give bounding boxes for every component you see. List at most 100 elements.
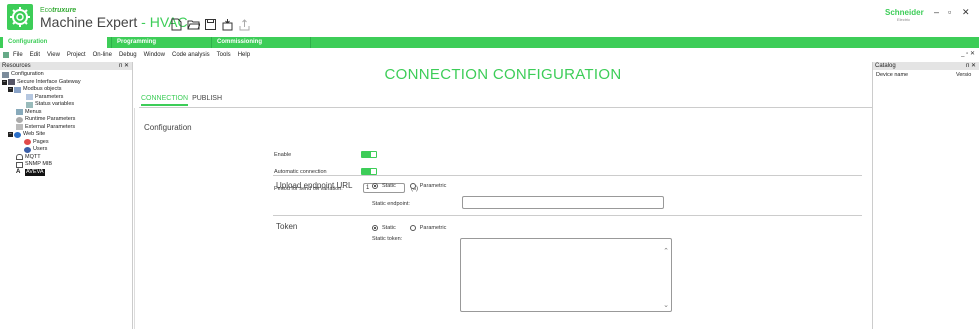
menu-view[interactable]: View	[47, 52, 60, 58]
menu-bar: File Edit View Project On-line Debug Win…	[0, 49, 979, 61]
brand-name: Ecotruxure	[40, 7, 76, 14]
subtab-publish[interactable]: PUBLISH	[192, 95, 222, 106]
upload-static-label: Static	[382, 183, 396, 189]
tree-item-external-parameters[interactable]: External Parameters	[0, 124, 132, 132]
tree-label: MQTT	[25, 153, 41, 160]
collapse-icon[interactable]: −	[2, 79, 7, 85]
enable-toggle[interactable]	[361, 151, 377, 158]
status-variables-icon	[26, 101, 33, 108]
menu-code-analysis[interactable]: Code analysis	[172, 52, 210, 58]
tree-item-users[interactable]: Users	[0, 146, 132, 154]
scroll-down-icon[interactable]: ⌄	[663, 301, 669, 309]
page-title: CONNECTION CONFIGURATION	[384, 66, 622, 83]
resources-tree: Configuration − Secure Interface Gateway…	[0, 70, 132, 176]
close-button[interactable]: ✕	[962, 7, 970, 18]
tree-item-pages[interactable]: Pages	[0, 139, 132, 147]
config-icon	[2, 71, 9, 78]
export-icon[interactable]	[238, 18, 251, 31]
catalog-title: Catalog	[875, 63, 896, 69]
tree-label-selected: AVEVA	[25, 168, 45, 176]
collapse-icon[interactable]: −	[8, 87, 13, 93]
subtab-bar: CONNECTION PUBLISH	[141, 95, 222, 106]
catalog-panel: Catalog ᴨ ✕ Device name Versio	[872, 62, 979, 329]
token-title: Token	[276, 222, 298, 231]
schneider-logo: Schneider Electric	[885, 8, 924, 22]
subtab-connection[interactable]: CONNECTION	[141, 95, 189, 106]
external-parameters-icon	[16, 124, 23, 131]
menu-debug[interactable]: Debug	[119, 52, 137, 58]
vendor-sub: Electric	[897, 17, 911, 22]
tree-label: Pages	[33, 138, 49, 145]
globe-icon	[14, 131, 21, 138]
upload-static-radio[interactable]	[372, 183, 378, 189]
column-device-name[interactable]: Device name	[876, 72, 956, 78]
menu-help[interactable]: Help	[238, 52, 250, 58]
quick-toolbar	[170, 18, 251, 31]
tree-label: SNMP MIB	[25, 161, 53, 167]
static-endpoint-input[interactable]	[462, 196, 664, 209]
tree-item-parameters[interactable]: Parameters	[0, 94, 132, 102]
token-parametric-radio[interactable]	[409, 225, 416, 231]
open-folder-icon[interactable]	[187, 18, 200, 31]
menu-file[interactable]: File	[13, 52, 23, 58]
resources-panel-controls[interactable]: ᴨ ✕	[119, 62, 129, 70]
ribbon-tabs: Configuration Programming Commissioning	[0, 37, 979, 48]
tab-configuration[interactable]: Configuration	[3, 37, 107, 48]
scroll-up-icon[interactable]: ⌃	[663, 247, 669, 255]
tree-label: External Parameters	[25, 123, 76, 130]
tree-item-aveva[interactable]: A AVEVA	[0, 168, 132, 176]
modbus-icon	[14, 86, 21, 93]
maximize-button[interactable]: ▫	[948, 7, 951, 17]
tree-item-modbus-objects[interactable]: − Modbus objects	[0, 86, 132, 94]
menu-project[interactable]: Project	[67, 52, 86, 58]
tree-item-web-site[interactable]: − Web Site	[0, 131, 132, 139]
catalog-panel-header: Catalog ᴨ ✕	[873, 62, 979, 70]
catalog-panel-controls[interactable]: ᴨ ✕	[966, 62, 976, 70]
menu-tools[interactable]: Tools	[217, 52, 231, 58]
automatic-connection-toggle[interactable]	[361, 168, 377, 175]
brand-prefix: Eco	[40, 7, 53, 14]
save-icon[interactable]	[204, 18, 217, 31]
tree-item-menus[interactable]: Menus	[0, 109, 132, 117]
menu-window[interactable]: Window	[144, 52, 165, 58]
tree-label: Modbus objects	[23, 86, 62, 92]
tree-item-runtime-parameters[interactable]: Runtime Parameters	[0, 116, 132, 124]
tree-item-configuration[interactable]: Configuration	[0, 71, 132, 79]
collapse-icon[interactable]: −	[8, 132, 13, 138]
tree-label: Users	[33, 146, 48, 152]
tree-item-mqtt[interactable]: MQTT	[0, 154, 132, 162]
token-static-radio[interactable]	[372, 225, 378, 231]
tree-item-secure-interface-gateway[interactable]: − Secure Interface Gateway	[0, 79, 132, 87]
tree-item-status-variables[interactable]: Status variables	[0, 101, 132, 109]
minimize-button[interactable]: –	[934, 7, 939, 17]
mdi-window-controls[interactable]: _ ▫ ✕	[961, 50, 975, 57]
catalog-column-headers: Device name Versio	[873, 70, 979, 79]
static-token-textarea[interactable]: ⌃ ⌄	[460, 238, 672, 312]
upload-parametric-label: Parametric	[419, 183, 447, 189]
column-version[interactable]: Versio	[956, 72, 971, 78]
token-parametric-label: Parametric	[419, 225, 447, 231]
tab-programming[interactable]: Programming	[111, 37, 207, 48]
tree-label: Parameters	[35, 93, 64, 100]
resources-panel: Resources ᴨ ✕ Configuration − Secure Int…	[0, 62, 133, 329]
tree-label: Menus	[25, 108, 42, 115]
upload-parametric-radio[interactable]	[409, 183, 416, 189]
mqtt-cloud-icon	[16, 154, 23, 161]
new-file-icon[interactable]	[170, 18, 183, 31]
runtime-gear-icon	[16, 116, 23, 123]
snmp-network-icon	[16, 161, 23, 168]
menu-online[interactable]: On-line	[93, 52, 112, 58]
tree-label: Status variables	[35, 101, 75, 107]
brand-suffix: truxure	[52, 7, 77, 14]
app-gear-logo-icon	[7, 4, 33, 30]
tab-commissioning[interactable]: Commissioning	[211, 37, 311, 48]
save-archive-icon[interactable]	[221, 18, 234, 31]
menu-edit[interactable]: Edit	[30, 52, 40, 58]
upload-endpoint-title: Upload endpoint URL	[276, 181, 353, 190]
upload-mode-radio-group: Static Parametric	[372, 183, 446, 189]
menu-app-icon	[3, 52, 9, 58]
tree-item-snmp-mib[interactable]: SNMP MIB	[0, 161, 132, 169]
tree-label: Web Site	[23, 131, 46, 137]
vendor-name: Schneider	[885, 8, 924, 17]
static-token-label: Static token:	[372, 236, 403, 242]
